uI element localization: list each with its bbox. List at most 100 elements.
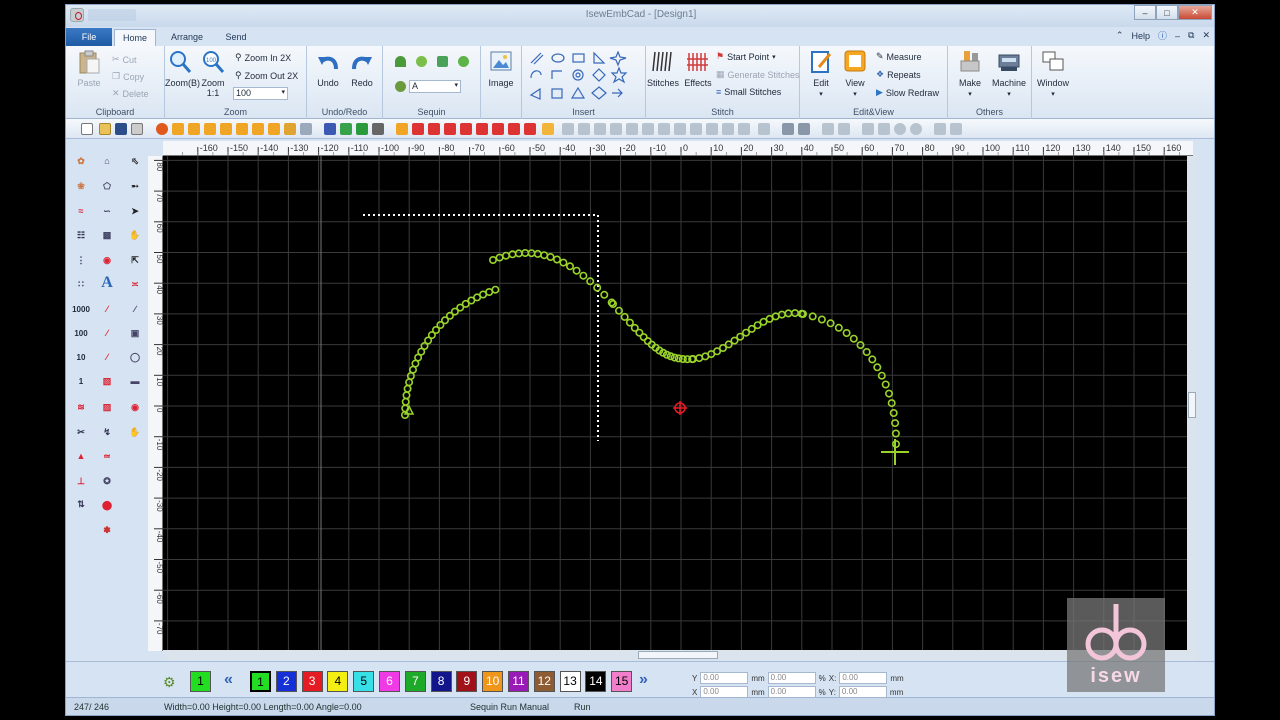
tool-frame-icon[interactable] bbox=[268, 123, 280, 135]
tool-line3-icon[interactable]: ∕ bbox=[97, 347, 117, 367]
tool-motif-icon[interactable]: ≃ bbox=[97, 446, 117, 466]
x-pos-field[interactable]: 0.00 bbox=[839, 672, 888, 684]
tool-grid-icon[interactable] bbox=[252, 123, 264, 135]
copy-button[interactable]: ❐ Copy bbox=[112, 71, 144, 82]
fill-grid-icon[interactable] bbox=[508, 123, 520, 135]
app-logo-icon[interactable] bbox=[70, 8, 84, 22]
cut-button[interactable]: ✂ Cut bbox=[112, 54, 137, 65]
color-swatch-2[interactable]: 2 bbox=[275, 671, 297, 692]
tool-bean-icon[interactable]: ⋮ bbox=[71, 250, 91, 270]
fill-active-icon[interactable] bbox=[542, 123, 554, 135]
color-swatch-11[interactable]: 11 bbox=[508, 671, 529, 692]
zoom-in-button[interactable]: ⚲ Zoom In 2X bbox=[235, 52, 291, 63]
insert-shapes-grid[interactable] bbox=[528, 51, 640, 107]
tool-100-icon[interactable]: 100 bbox=[71, 323, 91, 343]
fill-wave-icon[interactable] bbox=[428, 123, 440, 135]
pointer-alt-icon[interactable]: ⇱ bbox=[125, 250, 145, 270]
color-swatch-15[interactable]: 15 bbox=[611, 671, 633, 692]
redo-button[interactable]: Redo bbox=[347, 49, 377, 88]
tool-column-icon[interactable]: ☷ bbox=[71, 225, 91, 245]
color-swatch-10[interactable]: 10 bbox=[482, 671, 504, 692]
tool-trim-icon[interactable]: ≋ bbox=[71, 397, 91, 417]
sequin-shape-icon[interactable] bbox=[395, 56, 406, 67]
fill-pillars-icon[interactable] bbox=[492, 123, 504, 135]
color-swatch-6[interactable]: 6 bbox=[379, 671, 400, 692]
tool-10-icon[interactable]: 10 bbox=[71, 347, 91, 367]
tool-sequin-fill-icon[interactable]: ❀ bbox=[71, 176, 91, 196]
tab-send[interactable]: Send bbox=[218, 29, 254, 46]
color-swatch-13[interactable]: 13 bbox=[559, 671, 581, 692]
needle-icon[interactable]: ∕ bbox=[125, 299, 145, 319]
tool-circle-fill-icon[interactable]: ⬤ bbox=[97, 495, 117, 515]
tab-home[interactable]: Home bbox=[114, 29, 156, 46]
horizontal-scroll-thumb[interactable] bbox=[638, 651, 718, 659]
fill-bars-icon[interactable] bbox=[476, 123, 488, 135]
start-point-button[interactable]: ⚑ Start Point ▾ bbox=[716, 51, 776, 62]
slow-redraw-button[interactable]: ▶ Slow Redraw bbox=[876, 87, 939, 98]
tool-node-icon[interactable]: ∷ bbox=[71, 274, 91, 294]
color-swatch-9[interactable]: 9 bbox=[456, 671, 478, 692]
tool-run-icon[interactable]: ≈ bbox=[71, 201, 91, 221]
sequin-paint-icon[interactable] bbox=[395, 81, 406, 92]
machine-button[interactable]: Machine ▾ bbox=[990, 49, 1028, 100]
tool-net-icon[interactable] bbox=[340, 123, 352, 135]
reshape-icon[interactable]: ➤ bbox=[125, 201, 145, 221]
vertical-scrollbar[interactable] bbox=[1187, 156, 1197, 661]
mdi-restore-icon[interactable]: ⧉ bbox=[1188, 30, 1194, 41]
close-button[interactable]: ✕ bbox=[1178, 5, 1212, 20]
mdi-close-icon[interactable]: ✕ bbox=[1202, 30, 1210, 41]
color-swatch-5[interactable]: 5 bbox=[353, 671, 375, 692]
tool-misc-icon[interactable] bbox=[300, 123, 312, 135]
hand-stop-icon[interactable]: ✋ bbox=[125, 422, 145, 442]
stitches-button[interactable]: Stitches bbox=[646, 49, 680, 88]
rotate-ccw-icon[interactable] bbox=[894, 123, 906, 135]
zoom-out-button[interactable]: ⚲ Zoom Out 2X bbox=[235, 70, 298, 81]
tool-satin-icon[interactable]: ▧ bbox=[97, 371, 117, 391]
make-button[interactable]: Make ▾ bbox=[954, 49, 986, 100]
unlock-tool-icon[interactable] bbox=[838, 123, 850, 135]
color-swatch-14[interactable]: 14 bbox=[585, 671, 607, 692]
tool-polygon-icon[interactable]: ⬠ bbox=[97, 176, 117, 196]
tool-cut-icon[interactable]: ✂ bbox=[71, 422, 91, 442]
rotate-cw-icon[interactable] bbox=[910, 123, 922, 135]
tool-flower-icon[interactable]: ✽ bbox=[97, 520, 117, 540]
image-button[interactable]: Image bbox=[485, 49, 517, 88]
undo-button[interactable]: Undo bbox=[313, 49, 343, 88]
tool-sequin-icon[interactable]: ✿ bbox=[71, 151, 91, 171]
palette-next-icon[interactable]: » bbox=[639, 671, 648, 689]
color-swatch-4[interactable]: 4 bbox=[327, 671, 349, 692]
zoom-1-1-button[interactable]: 100 Zoom 1:1 bbox=[200, 49, 226, 98]
tool-pattern2-icon[interactable] bbox=[188, 123, 200, 135]
lock-tool-icon[interactable] bbox=[822, 123, 834, 135]
paste-button[interactable]: Paste bbox=[74, 49, 104, 88]
window-button[interactable]: Window ▾ bbox=[1036, 49, 1070, 100]
tool-oval-fill-icon[interactable] bbox=[156, 123, 168, 135]
tool-pattern1-icon[interactable] bbox=[172, 123, 184, 135]
zoom-level-select[interactable]: 100 ▾ bbox=[233, 87, 288, 100]
effects-button[interactable]: Effects bbox=[682, 49, 714, 88]
color-swatch-7[interactable]: 7 bbox=[404, 671, 426, 692]
quick-access-toolbar[interactable] bbox=[88, 9, 136, 21]
align-tool-2-icon[interactable] bbox=[798, 123, 810, 135]
tool-nodes-icon[interactable] bbox=[356, 123, 368, 135]
palette-prev-icon[interactable]: « bbox=[224, 671, 233, 689]
tool-star-icon[interactable]: ✪ bbox=[97, 471, 117, 491]
tool-line2-icon[interactable]: ∕ bbox=[97, 323, 117, 343]
minimize-button[interactable]: – bbox=[1134, 5, 1156, 20]
measure-button[interactable]: ✎ Measure bbox=[876, 51, 922, 62]
tool-color-icon[interactable] bbox=[324, 123, 336, 135]
color-swatch-3[interactable]: 3 bbox=[301, 671, 323, 692]
mirror-h-icon[interactable] bbox=[878, 123, 890, 135]
tool-color-change-icon[interactable]: ▲ bbox=[71, 446, 91, 466]
view-button[interactable]: View ▾ bbox=[840, 49, 870, 100]
tool-curve-icon[interactable]: ∽ bbox=[97, 201, 117, 221]
color-swatch-12[interactable]: 12 bbox=[533, 671, 555, 692]
fill-lines-icon[interactable] bbox=[444, 123, 456, 135]
tool-jump-icon[interactable]: ⇅ bbox=[71, 494, 91, 514]
hand-pan-icon[interactable]: ✋ bbox=[125, 225, 145, 245]
help-collapse-icon[interactable]: ⌃ bbox=[1116, 30, 1124, 41]
repeats-button[interactable]: ❖ Repeats bbox=[876, 69, 921, 80]
tool-pattern3-icon[interactable] bbox=[204, 123, 216, 135]
delete-button[interactable]: ✕ Delete bbox=[112, 88, 149, 99]
tool-line1-icon[interactable]: ∕ bbox=[97, 299, 117, 319]
